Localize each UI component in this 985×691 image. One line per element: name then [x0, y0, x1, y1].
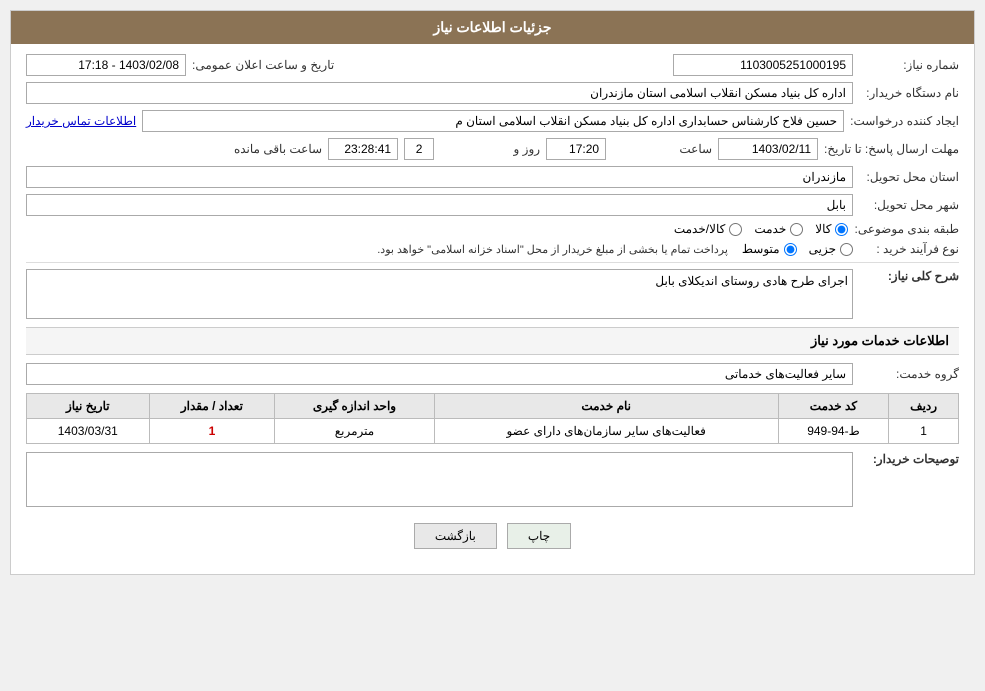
shomare-niaz-value: 1103005251000195 — [673, 54, 853, 76]
col-kod: کد خدمت — [778, 394, 888, 419]
tarikh-value: 1403/02/08 - 17:18 — [26, 54, 186, 76]
grooh-value: سایر فعالیت‌های خدماتی — [26, 363, 853, 385]
nam-dastgah-value: اداره کل بنیاد مسکن انقلاب اسلامی استان … — [26, 82, 853, 104]
ostan-label: استان محل تحویل: — [859, 170, 959, 184]
tosif-textarea[interactable] — [26, 452, 853, 507]
table-row: 1 ط-94-949 فعالیت‌های سایر سازمان‌های دا… — [27, 419, 959, 444]
tabaqe-radio-group: کالا/خدمت خدمت کالا — [674, 222, 849, 236]
ijad-value: حسین فلاح کارشناس حسابداری اداره کل بنیا… — [142, 110, 844, 132]
col-nam: نام خدمت — [434, 394, 778, 419]
tabaqe-kala-radio[interactable] — [835, 223, 848, 236]
mohlat-mande: 23:28:41 — [328, 138, 398, 160]
cell-radif: 1 — [889, 419, 959, 444]
khadamat-section-title: اطلاعات خدمات مورد نیاز — [26, 327, 959, 355]
mohlat-saat: 17:20 — [546, 138, 606, 160]
tabaqe-kala[interactable]: کالا — [815, 222, 848, 236]
shomare-niaz-label: شماره نیاز: — [859, 58, 959, 72]
shahr-label: شهر محل تحویل: — [859, 198, 959, 212]
cell-tarikh: 1403/03/31 — [27, 419, 150, 444]
mohlat-date: 1403/02/11 — [718, 138, 818, 160]
ijad-label: ایجاد کننده درخواست: — [850, 114, 959, 128]
nooe-motavaset-radio[interactable] — [784, 243, 797, 256]
tabaqe-khidmat-radio[interactable] — [790, 223, 803, 236]
tabaqe-kala-label: کالا — [815, 222, 831, 236]
cell-tedad: 1 — [149, 419, 275, 444]
col-vahed: واحد اندازه گیری — [275, 394, 434, 419]
nam-dastgah-label: نام دستگاه خریدار: — [859, 86, 959, 100]
ijad-link[interactable]: اطلاعات تماس خریدار — [26, 114, 136, 128]
page-title: جزئیات اطلاعات نیاز — [11, 11, 974, 44]
mohlat-mande-label: ساعت باقی مانده — [222, 142, 322, 156]
grooh-label: گروه خدمت: — [859, 367, 959, 381]
back-button[interactable]: بازگشت — [414, 523, 497, 549]
tosif-label: توصیحات خریدار: — [859, 452, 959, 466]
tabaqe-kala-khidmat-label: کالا/خدمت — [674, 222, 725, 236]
tarikh-label: تاریخ و ساعت اعلان عمومی: — [192, 58, 334, 72]
cell-nam: فعالیت‌های سایر سازمان‌های دارای عضو — [434, 419, 778, 444]
col-tedad: تعداد / مقدار — [149, 394, 275, 419]
mohlat-rooz-label: روز و — [440, 142, 540, 156]
nooe-jozii-label: جزیی — [809, 242, 836, 256]
nooe-motavaset[interactable]: متوسط — [742, 242, 797, 256]
tabaqe-kala-khidmat[interactable]: کالا/خدمت — [674, 222, 742, 236]
tabaqe-khidmat-label: خدمت — [754, 222, 786, 236]
mohlat-rooz: 2 — [404, 138, 434, 160]
mohlat-label: مهلت ارسال پاسخ: تا تاریخ: — [824, 142, 959, 156]
tabaqe-kala-khidmat-radio[interactable] — [729, 223, 742, 236]
print-button[interactable]: چاپ — [507, 523, 571, 549]
nooe-radio-group: متوسط جزیی — [742, 242, 853, 256]
cell-kod: ط-94-949 — [778, 419, 888, 444]
col-radif: ردیف — [889, 394, 959, 419]
khadamat-table: ردیف کد خدمت نام خدمت واحد اندازه گیری ت… — [26, 393, 959, 444]
button-row: چاپ بازگشت — [26, 513, 959, 564]
cell-vahed: مترمربع — [275, 419, 434, 444]
ostan-value: مازندران — [26, 166, 853, 188]
nooe-motavaset-label: متوسط — [742, 242, 780, 256]
nooe-jozii[interactable]: جزیی — [809, 242, 853, 256]
shahr-value: بابل — [26, 194, 853, 216]
nooe-description: پرداخت تمام یا بخشی از مبلغ خریدار از مح… — [377, 243, 728, 256]
tabaqe-label: طبقه بندی موضوعی: — [854, 222, 959, 236]
sharh-label: شرح کلی نیاز: — [859, 269, 959, 283]
nooe-label: نوع فرآیند خرید : — [859, 242, 959, 256]
col-tarikh: تاریخ نیاز — [27, 394, 150, 419]
tabaqe-khidmat[interactable]: خدمت — [754, 222, 803, 236]
sharh-value: اجرای طرح هادی روستای اندیکلای بابل — [26, 269, 853, 319]
mohlat-saat-label: ساعت — [612, 142, 712, 156]
nooe-jozii-radio[interactable] — [840, 243, 853, 256]
